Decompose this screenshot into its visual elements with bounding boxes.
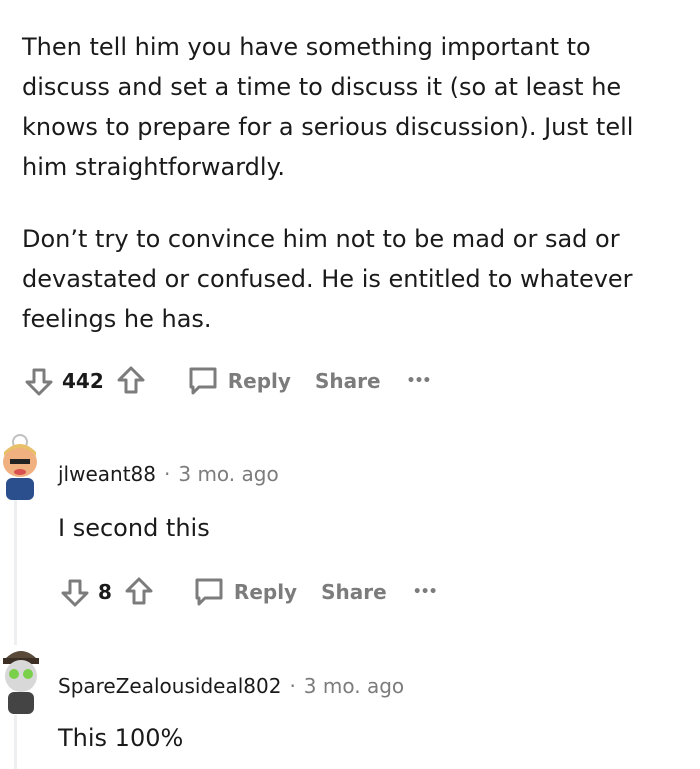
more-options-button[interactable]: •••	[407, 373, 432, 389]
thread-line[interactable]	[14, 495, 17, 645]
upvote-icon[interactable]	[58, 575, 92, 609]
downvote-icon[interactable]	[122, 575, 156, 609]
timestamp[interactable]: 3 mo. ago	[178, 462, 278, 486]
vote-count: 442	[62, 369, 104, 393]
more-options-button[interactable]: •••	[413, 584, 438, 600]
downvote-icon[interactable]	[114, 364, 148, 398]
avatar[interactable]	[0, 642, 42, 716]
username-link[interactable]: jlweant88	[58, 462, 156, 486]
comment-bubble-icon	[186, 364, 220, 398]
comment-paragraph-2: Don’t try to convince him not to be mad …	[22, 225, 633, 333]
comment-bubble-icon	[192, 575, 226, 609]
comment-action-bar: 442 Reply Share •••	[22, 364, 432, 398]
upvote-icon[interactable]	[22, 364, 56, 398]
reply-body: I second this	[58, 514, 210, 542]
reply-button[interactable]: Reply	[186, 364, 291, 398]
vote-count: 8	[98, 580, 112, 604]
username-link[interactable]: SpareZealousideal802	[58, 674, 281, 698]
reply-action-bar: 8 Reply Share •••	[58, 575, 438, 609]
share-button[interactable]: Share	[321, 580, 387, 604]
reply-body: This 100%	[58, 724, 184, 752]
reply-label: Reply	[233, 580, 298, 604]
comment-meta: jlweant88 · 3 mo. ago	[58, 462, 279, 486]
meta-separator: ·	[289, 674, 296, 698]
thread-line[interactable]	[14, 715, 17, 769]
comment-paragraph-1: Then tell him you have something importa…	[22, 33, 634, 181]
comment-meta: SpareZealousideal802 · 3 mo. ago	[58, 674, 404, 698]
reply-label: Reply	[227, 369, 291, 393]
reply-button[interactable]: Reply	[192, 575, 297, 609]
meta-separator: ·	[164, 462, 171, 486]
avatar[interactable]	[0, 432, 42, 502]
timestamp[interactable]: 3 mo. ago	[304, 674, 404, 698]
share-button[interactable]: Share	[315, 369, 381, 393]
